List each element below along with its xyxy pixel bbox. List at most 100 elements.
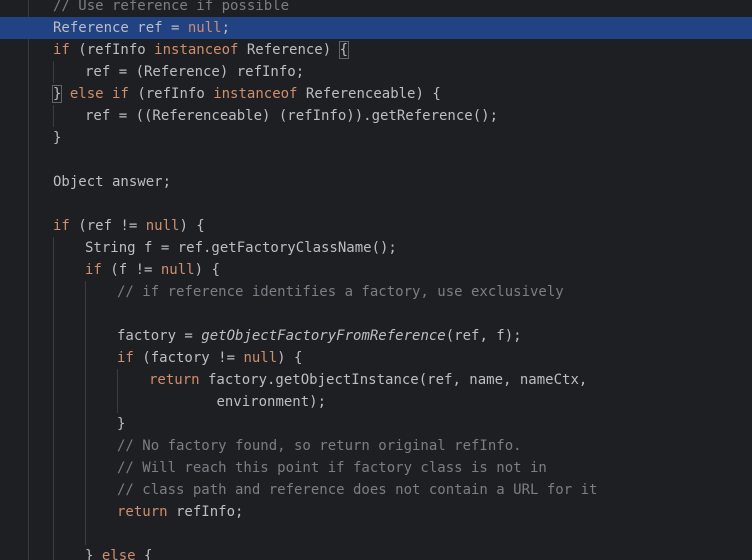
code-line[interactable] [0, 303, 752, 325]
indent-guide [85, 303, 86, 325]
code-line[interactable] [0, 193, 752, 215]
indent-guide [85, 347, 86, 369]
code-line[interactable]: // Use reference if possible [0, 0, 752, 17]
code-token: } [53, 130, 62, 146]
code-line[interactable]: ref = (Reference) refInfo; [0, 61, 752, 83]
indent-guide [53, 281, 54, 303]
indent-guide [53, 347, 54, 369]
indent-guide [85, 457, 86, 479]
code-token: } [117, 416, 126, 432]
indent-guide [53, 303, 54, 325]
code-line[interactable]: } [0, 413, 752, 435]
code-token: // No factory found, so return original … [117, 438, 522, 454]
indent-guide [53, 435, 54, 457]
code-line[interactable]: } else if (refInfo instanceof Referencea… [0, 83, 752, 105]
code-line[interactable]: // No factory found, so return original … [0, 435, 752, 457]
indent-guide [53, 523, 54, 545]
code-token: ) { [277, 350, 303, 366]
code-line[interactable]: // class path and reference does not con… [0, 479, 752, 501]
indent-guide [53, 369, 54, 391]
code-token: Object answer; [53, 174, 172, 190]
code-token: null [187, 20, 222, 36]
code-line[interactable]: // if reference identifies a factory, us… [0, 281, 752, 303]
code-token: ref = (Reference) refInfo; [85, 64, 305, 80]
code-token: ref = ((Referenceable) (refInfo)).getRef… [85, 108, 499, 124]
code-token: environment); [216, 394, 327, 410]
code-token: return [149, 372, 200, 388]
indent-guide [53, 457, 54, 479]
toolbar-hint [704, 0, 752, 3]
code-token: { [135, 548, 153, 560]
indent-guide [53, 105, 54, 127]
code-token: Reference) [238, 42, 340, 58]
code-token: { [338, 41, 350, 59]
code-token: if [53, 42, 70, 58]
indent-guide [53, 259, 54, 281]
indent-guide [53, 413, 54, 435]
code-token: Reference ref = [53, 20, 188, 36]
indent-guide [85, 369, 86, 391]
indent-guide [53, 325, 54, 347]
code-token: getObjectFactoryFromReference [201, 328, 446, 344]
indent-guide [53, 545, 54, 560]
code-line[interactable]: factory = getObjectFactoryFromReference(… [0, 325, 752, 347]
code-token: // Will reach this point if factory clas… [117, 460, 547, 476]
indent-guide [117, 369, 118, 391]
code-line[interactable]: if (ref != null) { [0, 215, 752, 237]
code-token: else if [69, 86, 129, 102]
code-line[interactable]: Reference ref = null; [0, 17, 752, 39]
code-token: } [85, 548, 102, 560]
code-token: ) { [194, 262, 220, 278]
indent-guide [53, 501, 54, 523]
indent-guide [53, 391, 54, 413]
code-token: (f != [101, 262, 161, 278]
code-token: return [117, 504, 168, 520]
code-token: ; [221, 20, 231, 36]
code-editor[interactable]: // Use reference if possible Reference re… [0, 0, 752, 560]
code-token: String f = ref.getFactoryClassName(); [85, 240, 397, 256]
code-token: else [101, 548, 136, 560]
code-token: Referenceable) { [297, 86, 441, 102]
code-line[interactable]: String f = ref.getFactoryClassName(); [0, 237, 752, 259]
code-line[interactable]: return factory.getObjectInstance(ref, na… [0, 369, 752, 391]
code-token: (factory != [133, 350, 244, 366]
indent-guide [85, 391, 86, 413]
indent-guide [85, 523, 86, 545]
code-line[interactable]: if (f != null) { [0, 259, 752, 281]
indent-guide [85, 413, 86, 435]
code-lines: // Use reference if possible Reference re… [0, 0, 752, 560]
code-token: (ref, f); [445, 328, 522, 344]
code-token: if [85, 262, 102, 278]
code-line[interactable]: ref = ((Referenceable) (refInfo)).getRef… [0, 105, 752, 127]
indent-guide [85, 501, 86, 523]
code-token: // Use reference if possible [53, 0, 290, 14]
indent-guide [85, 281, 86, 303]
indent-guide [53, 479, 54, 501]
code-line[interactable]: return refInfo; [0, 501, 752, 523]
code-token: instanceof [154, 42, 239, 58]
code-line[interactable] [0, 149, 752, 171]
code-token: null [145, 218, 180, 234]
code-line[interactable]: } else { [0, 545, 752, 560]
code-line[interactable]: } [0, 127, 752, 149]
code-token: (refInfo [69, 42, 155, 58]
code-line[interactable]: // Will reach this point if factory clas… [0, 457, 752, 479]
code-line[interactable]: environment); [0, 391, 752, 413]
code-line[interactable] [0, 523, 752, 545]
code-token: refInfo; [167, 504, 244, 520]
code-token: // if reference identifies a factory, us… [117, 284, 564, 300]
code-line[interactable]: if (refInfo instanceof Reference) { [0, 39, 752, 61]
indent-guide [53, 237, 54, 259]
code-line[interactable]: if (factory != null) { [0, 347, 752, 369]
code-line[interactable]: Object answer; [0, 171, 752, 193]
code-token: // class path and reference does not con… [117, 482, 598, 498]
indent-guide [117, 391, 118, 413]
indent-guide [85, 479, 86, 501]
code-token: null [243, 350, 278, 366]
indent-guide [85, 325, 86, 347]
indent-guide [53, 61, 54, 83]
continuation-indent [149, 394, 216, 410]
code-token: factory = [117, 328, 202, 344]
code-token: ) { [179, 218, 205, 234]
